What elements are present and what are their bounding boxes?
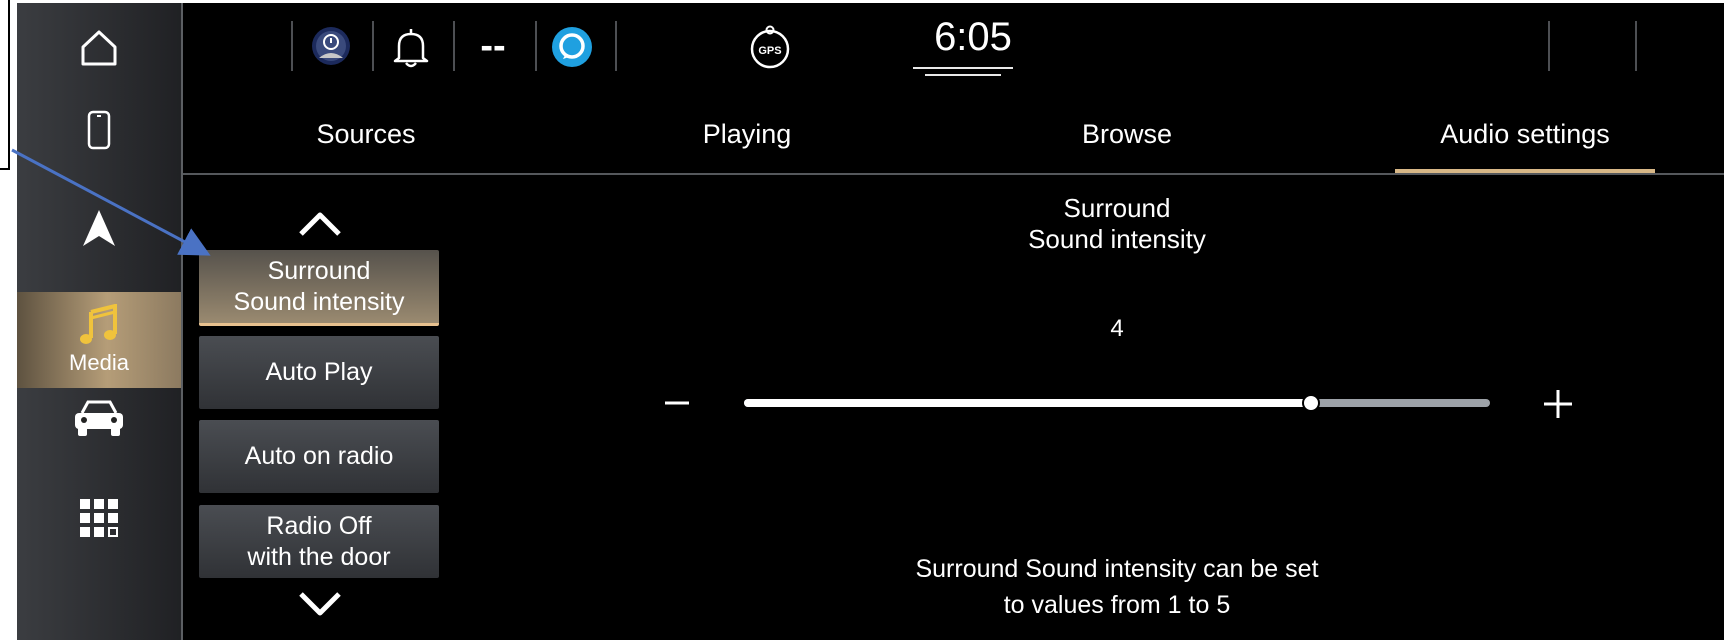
status-separator	[535, 21, 537, 71]
driver-profile-button[interactable]	[311, 26, 351, 66]
setting-title-line: Sound intensity	[1028, 224, 1206, 254]
status-bar: -- GPS 6:05	[183, 3, 1724, 93]
chevron-down-icon[interactable]	[297, 590, 343, 618]
sidebar-item-vehicle[interactable]	[17, 373, 181, 463]
bell-icon	[393, 29, 429, 68]
notifications-button[interactable]	[391, 25, 431, 69]
gps-icon: GPS	[750, 25, 790, 69]
status-separator	[615, 21, 617, 71]
navigation-arrow-icon	[83, 210, 115, 246]
list-item-label: Auto Play	[265, 358, 373, 386]
app-grid-icon	[80, 499, 118, 537]
setting-title-line: Surround	[1063, 193, 1171, 223]
list-item-auto-on-radio[interactable]: Auto on radio	[199, 420, 439, 493]
chevron-up-icon[interactable]	[297, 210, 343, 238]
sidebar-item-home[interactable]	[17, 3, 181, 93]
music-note-icon	[80, 304, 117, 344]
sidebar-item-phone[interactable]	[17, 85, 181, 175]
tab-bar: Sources Playing Browse Audio settings	[183, 103, 1724, 175]
decrease-button[interactable]	[657, 383, 697, 423]
sidebar-item-apps[interactable]	[17, 473, 181, 563]
sidebar-item-navigation[interactable]	[17, 183, 181, 273]
help-text-line: to values from 1 to 5	[1003, 591, 1231, 619]
tab-sources[interactable]: Sources	[236, 103, 496, 171]
clock[interactable]: 6:05	[918, 15, 1028, 60]
car-icon	[75, 400, 123, 436]
status-separator	[372, 21, 374, 71]
infotainment-screen: Media -- GPS 6:05 Sources Playing Browse…	[17, 3, 1724, 640]
phone-icon	[87, 110, 111, 150]
list-item-label: with the door	[247, 542, 391, 571]
intensity-slider[interactable]	[744, 394, 1490, 412]
status-separator	[1548, 21, 1550, 71]
gps-status: GPS	[749, 25, 791, 69]
status-separator	[291, 21, 293, 71]
slider-value: 4	[1110, 315, 1124, 342]
setting-title: Surround Sound intensity	[917, 193, 1317, 255]
voice-assistant-button[interactable]	[551, 26, 593, 68]
list-item-auto-play[interactable]: Auto Play	[199, 336, 439, 409]
list-item-label: Auto on radio	[244, 442, 394, 470]
clock-underline	[925, 74, 1001, 76]
gps-label: GPS	[758, 45, 781, 57]
increase-button[interactable]	[1537, 383, 1579, 425]
list-item-radio-off-with-door[interactable]: Radio Off with the door	[199, 505, 439, 578]
list-item-label: Radio Off	[266, 511, 372, 540]
status-dash-text: --	[480, 24, 506, 67]
driver-profile-icon	[312, 27, 350, 65]
tab-audio-settings[interactable]: Audio settings	[1395, 103, 1655, 173]
list-item-label: Sound intensity	[233, 287, 405, 316]
help-text-line: Surround Sound intensity can be set	[915, 555, 1319, 583]
status-separator	[453, 21, 455, 71]
clock-underline	[913, 67, 1013, 69]
slider-fill	[744, 399, 1311, 407]
status-separator	[1635, 21, 1637, 71]
alexa-icon	[552, 27, 592, 67]
frame-bracket	[0, 0, 10, 170]
tab-playing[interactable]: Playing	[617, 103, 877, 171]
sidebar: Media	[17, 3, 183, 640]
help-text: Surround Sound intensity can be set to v…	[817, 551, 1417, 623]
tab-browse[interactable]: Browse	[997, 103, 1257, 171]
slider-thumb[interactable]	[1301, 394, 1320, 412]
list-item-surround-sound-intensity[interactable]: Surround Sound intensity	[199, 250, 439, 326]
list-item-label: Surround	[267, 256, 371, 285]
home-icon	[81, 30, 117, 66]
